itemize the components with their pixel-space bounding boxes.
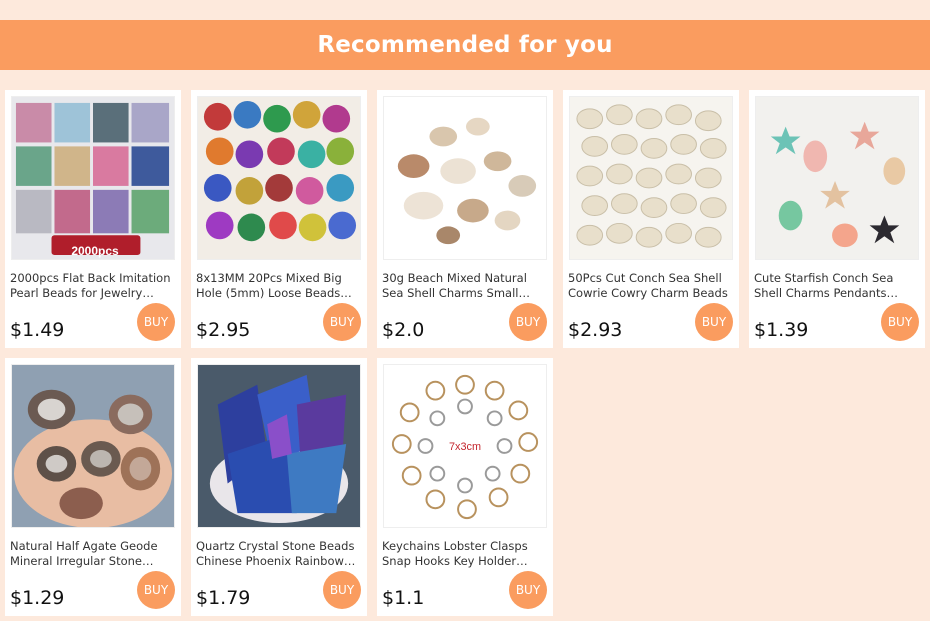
product-image[interactable] — [11, 364, 175, 528]
product-image[interactable] — [197, 364, 361, 528]
product-title[interactable]: 2000pcs Flat Back Imitation Pearl Beads … — [10, 271, 176, 301]
product-image[interactable] — [197, 96, 361, 260]
product-price: $1.49 — [10, 319, 65, 341]
product-card[interactable]: 7x3cm Keychains Lobster Clasps Snap Hook… — [377, 358, 553, 616]
product-price: $1.79 — [196, 587, 251, 609]
product-price: $1.39 — [754, 319, 809, 341]
buy-button[interactable]: BUY — [509, 571, 547, 609]
product-price: $1.1 — [382, 587, 425, 609]
buy-button[interactable]: BUY — [695, 303, 733, 341]
product-card[interactable]: Cute Starfish Conch Sea Shell Charms Pen… — [749, 90, 925, 348]
image-caption: 2000pcs — [71, 244, 119, 258]
product-image[interactable]: 7x3cm — [383, 364, 547, 528]
image-caption: 7x3cm — [449, 441, 481, 453]
product-title[interactable]: Natural Half Agate Geode Mineral Irregul… — [10, 539, 176, 569]
buy-button[interactable]: BUY — [881, 303, 919, 341]
product-image[interactable] — [11, 96, 175, 260]
product-title[interactable]: Quartz Crystal Stone Beads Chinese Phoen… — [196, 539, 362, 569]
product-card[interactable]: 30g Beach Mixed Natural Sea Shell Charms… — [377, 90, 553, 348]
product-title[interactable]: 50Pcs Cut Conch Sea Shell Cowrie Cowry C… — [568, 271, 734, 301]
header-title: Recommended for you — [317, 32, 613, 58]
product-card[interactable]: Quartz Crystal Stone Beads Chinese Phoen… — [191, 358, 367, 616]
recommended-header: Recommended for you — [0, 20, 930, 70]
buy-button[interactable]: BUY — [323, 303, 361, 341]
buy-button[interactable]: BUY — [509, 303, 547, 341]
product-image[interactable] — [755, 96, 919, 260]
product-title[interactable]: Cute Starfish Conch Sea Shell Charms Pen… — [754, 271, 920, 301]
buy-button[interactable]: BUY — [137, 303, 175, 341]
buy-button[interactable]: BUY — [137, 571, 175, 609]
product-price: $1.29 — [10, 587, 65, 609]
product-title[interactable]: 8x13MM 20Pcs Mixed Big Hole (5mm) Loose … — [196, 271, 362, 301]
product-card[interactable]: 50Pcs Cut Conch Sea Shell Cowrie Cowry C… — [563, 90, 739, 348]
product-price: $2.95 — [196, 319, 251, 341]
product-image[interactable] — [383, 96, 547, 260]
buy-button[interactable]: BUY — [323, 571, 361, 609]
product-price: $2.0 — [382, 319, 425, 341]
product-card[interactable]: Natural Half Agate Geode Mineral Irregul… — [5, 358, 181, 616]
product-price: $2.93 — [568, 319, 623, 341]
product-card[interactable]: 8x13MM 20Pcs Mixed Big Hole (5mm) Loose … — [191, 90, 367, 348]
product-card[interactable]: 2000pcs Flat Back Imitation Pearl Beads … — [5, 90, 181, 348]
product-title[interactable]: 30g Beach Mixed Natural Sea Shell Charms… — [382, 271, 548, 301]
product-title[interactable]: Keychains Lobster Clasps Snap Hooks Key … — [382, 539, 548, 569]
product-image[interactable] — [569, 96, 733, 260]
